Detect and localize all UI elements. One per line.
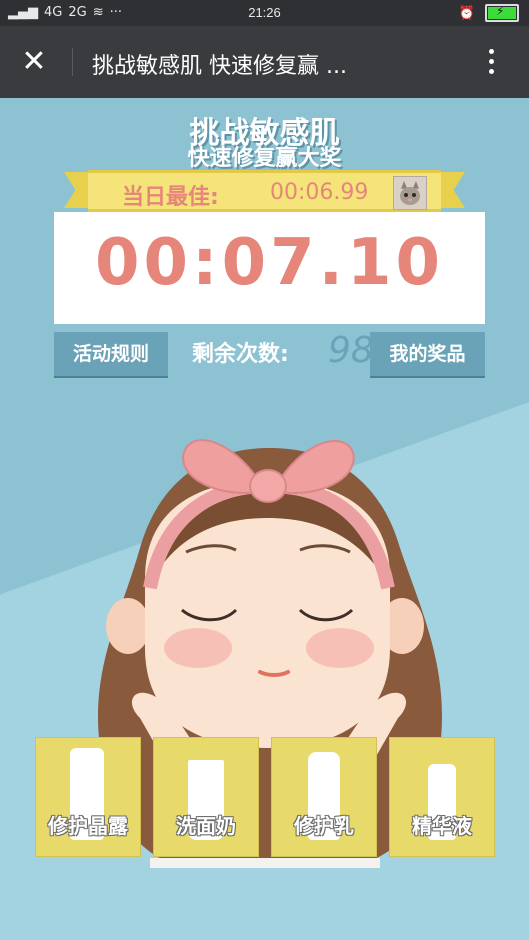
product-card-repair-lotion[interactable]: 修护乳 — [272, 738, 376, 856]
clock-time: 21:26 — [248, 5, 281, 20]
nav-bar: ✕ 挑战敏感肌 快速修复赢 ... — [0, 26, 529, 98]
product-name: 修护晶露 — [48, 814, 128, 838]
timer-display: 00:07.10 — [94, 226, 445, 300]
status-bar: ▂▄▆ 4G 2G ≋ ··· 21:26 ⏰ ⚡ — [0, 0, 529, 26]
page-title: 挑战敏感肌 快速修复赢 ... — [92, 54, 347, 79]
product-row: 修护晶露 洗面奶 修护乳 精华液 — [36, 738, 496, 856]
best-score-label: 当日最佳: — [122, 185, 219, 210]
more-vertical-icon[interactable] — [483, 44, 499, 80]
battery-icon: ⚡ — [485, 4, 519, 22]
best-score-time: 00:06.99 — [270, 180, 369, 205]
product-name: 洗面奶 — [176, 814, 236, 838]
remaining-label: 剩余次数: — [192, 342, 289, 367]
avatar — [393, 176, 427, 210]
product-card-cleanser[interactable]: 洗面奶 — [154, 738, 258, 856]
headline-line-2: 快速修复赢大奖 — [187, 146, 342, 171]
alarm-icon: ⏰ — [458, 5, 475, 21]
rules-button[interactable]: 活动规则 — [54, 332, 168, 376]
timer-panel: 00:07.10 — [54, 212, 485, 324]
product-name: 精华液 — [412, 814, 472, 838]
best-score-ribbon: 当日最佳: 00:06.99 — [88, 170, 441, 212]
product-card-serum[interactable]: 精华液 — [390, 738, 494, 856]
product-name: 修护乳 — [294, 814, 354, 838]
status-right: ⏰ ⚡ — [459, 4, 519, 22]
remaining-count: 98 — [328, 330, 374, 371]
close-icon[interactable]: ✕ — [16, 44, 52, 80]
nav-divider — [72, 48, 73, 76]
game-stage: 挑战敏感肌 快速修复赢大奖 当日最佳: 00:06.99 00:07.10 活动… — [0, 98, 529, 940]
product-card-repair-essence[interactable]: 修护晶露 — [36, 738, 140, 856]
my-prizes-button[interactable]: 我的奖品 — [370, 332, 485, 376]
